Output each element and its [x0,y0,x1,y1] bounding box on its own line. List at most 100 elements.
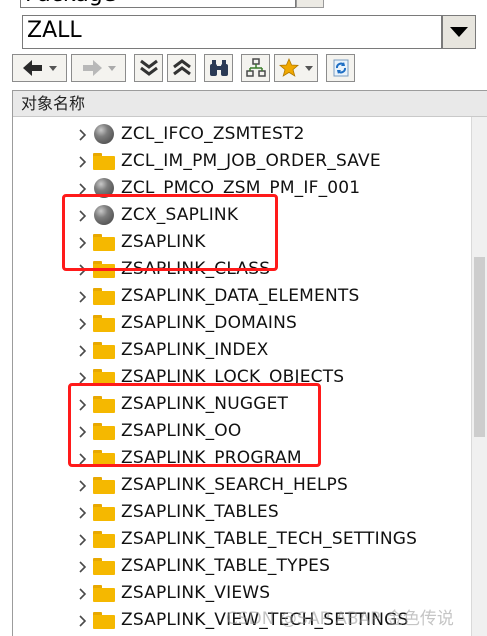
tree-node[interactable]: ZCL_IM_PM_JOB_ORDER_SAVE [13,148,453,175]
tree-node[interactable]: ZSAPLINK_DATA_ELEMENTS [13,283,453,310]
tree-node[interactable]: ZCL_PMCO_ZSM_PM_IF_001 [13,175,453,202]
tree-node-label[interactable]: ZSAPLINK_SEARCH_HELPS [121,472,348,499]
folder-icon [93,558,115,575]
object-type-field[interactable]: Package [20,0,296,8]
tree-node[interactable]: ZSAPLINK [13,229,453,256]
folder-icon [93,369,115,386]
folder-icon [93,423,115,440]
tree-node-label[interactable]: ZSAPLINK_DOMAINS [121,310,297,337]
tree-node[interactable]: ZSAPLINK_SEARCH_HELPS [13,472,453,499]
tree-node-label[interactable]: ZSAPLINK_CLASS [121,256,270,283]
tree-node-label[interactable]: ZSAPLINK_OO [121,418,241,445]
expand-chevron-icon[interactable] [77,391,87,418]
package-dropdown-button[interactable] [442,15,476,49]
expand-chevron-icon[interactable] [77,364,87,391]
tree-node[interactable]: ZCX_SAPLINK [13,202,453,229]
tree-node[interactable]: ZSAPLINK_TABLE_TYPES [13,553,453,580]
hierarchy-button[interactable] [241,54,270,82]
expand-chevron-icon[interactable] [77,499,87,526]
expand-chevron-icon[interactable] [77,607,87,634]
back-icon [22,60,42,76]
expand-chevron-icon[interactable] [77,445,87,472]
class-ball-icon [94,205,114,225]
expand-all-icon [139,59,158,76]
tree-node-label[interactable]: ZSAPLINK_TABLE_TYPES [121,553,330,580]
tree-node-label[interactable]: ZSAPLINK [121,229,206,256]
expand-chevron-icon[interactable] [77,472,87,499]
vertical-scrollbar[interactable] [471,117,487,636]
binoculars-icon [209,60,228,76]
chevron-down-icon [450,27,468,37]
folder-icon [93,612,115,629]
forward-button[interactable] [71,54,126,82]
package-name-input[interactable]: ZALL [22,15,442,49]
tree-node[interactable]: ZSAPLINK_NUGGET [13,391,453,418]
collapse-all-button[interactable] [167,54,196,82]
folder-icon [93,396,115,413]
folder-icon [93,504,115,521]
expand-all-button[interactable] [134,54,163,82]
tree-node[interactable]: ZSAPLINK_CLASS [13,256,453,283]
favorites-menu-arrow-icon[interactable] [305,65,313,71]
scrollbar-thumb[interactable] [474,257,485,437]
expand-chevron-icon[interactable] [77,337,87,364]
favorites-button[interactable] [274,54,318,82]
refresh-icon [333,59,348,77]
folder-icon [93,342,115,359]
forward-menu-arrow-icon[interactable] [107,65,116,71]
tree-node-label[interactable]: ZSAPLINK_DATA_ELEMENTS [121,283,359,310]
forward-icon [82,60,102,76]
folder-icon [93,477,115,494]
folder-icon [93,450,115,467]
tree-node[interactable]: ZSAPLINK_DOMAINS [13,310,453,337]
tree-node[interactable]: ZSAPLINK_VIEWS [13,580,453,607]
expand-chevron-icon[interactable] [77,121,87,148]
expand-chevron-icon[interactable] [77,553,87,580]
tree-node-label[interactable]: ZSAPLINK_LOCK_OBJECTS [121,364,344,391]
object-name-column-header[interactable]: 对象名称 [13,91,487,117]
tree-node-label[interactable]: ZCL_IM_PM_JOB_ORDER_SAVE [121,148,381,175]
expand-chevron-icon[interactable] [77,256,87,283]
folder-icon [93,261,115,278]
expand-chevron-icon[interactable] [77,148,87,175]
expand-chevron-icon[interactable] [77,229,87,256]
refresh-button[interactable] [326,54,355,82]
expand-chevron-icon[interactable] [77,283,87,310]
tree-node-label[interactable]: ZSAPLINK_NUGGET [121,391,288,418]
tree-node-label[interactable]: ZSAPLINK_VIEWS [121,580,270,607]
tree-node-label[interactable]: ZSAPLINK_PROGRAM [121,445,302,472]
tree-node[interactable]: ZCL_IFCO_ZSMTEST2 [13,121,453,148]
expand-chevron-icon[interactable] [77,175,87,202]
tree-node-label[interactable]: ZCX_SAPLINK [121,202,238,229]
collapse-all-icon [172,59,191,76]
tree-node-label[interactable]: ZCL_PMCO_ZSM_PM_IF_001 [121,175,360,202]
class-ball-icon [94,178,114,198]
watermark: CSDN @SAP ABAP 金色传说 [226,609,454,629]
folder-icon [93,234,115,251]
tree-node-label[interactable]: ZCL_IFCO_ZSMTEST2 [121,121,305,148]
find-button[interactable] [204,54,233,82]
expand-chevron-icon[interactable] [77,526,87,553]
folder-icon [93,153,115,170]
navigation-toolbar [12,52,487,84]
tree-node-label[interactable]: ZSAPLINK_TABLE_TECH_SETTINGS [121,526,417,553]
tree-node-label[interactable]: ZSAPLINK_INDEX [121,337,269,364]
expand-chevron-icon[interactable] [77,580,87,607]
tree-node[interactable]: ZSAPLINK_TABLE_TECH_SETTINGS [13,526,453,553]
tree-node[interactable]: ZSAPLINK_INDEX [13,337,453,364]
hierarchy-icon [245,58,266,77]
object-type-dropdown-button[interactable] [296,0,324,8]
expand-chevron-icon[interactable] [77,310,87,337]
folder-icon [93,288,115,305]
folder-icon [93,315,115,332]
tree-node[interactable]: ZSAPLINK_LOCK_OBJECTS [13,364,453,391]
back-menu-arrow-icon[interactable] [48,65,57,71]
tree-node[interactable]: ZSAPLINK_PROGRAM [13,445,453,472]
tree-node[interactable]: ZSAPLINK_TABLES [13,499,453,526]
tree-node[interactable]: ZSAPLINK_OO [13,418,453,445]
folder-icon [93,585,115,602]
expand-chevron-icon[interactable] [77,418,87,445]
expand-chevron-icon[interactable] [77,202,87,229]
back-button[interactable] [12,54,67,82]
tree-node-label[interactable]: ZSAPLINK_TABLES [121,499,279,526]
